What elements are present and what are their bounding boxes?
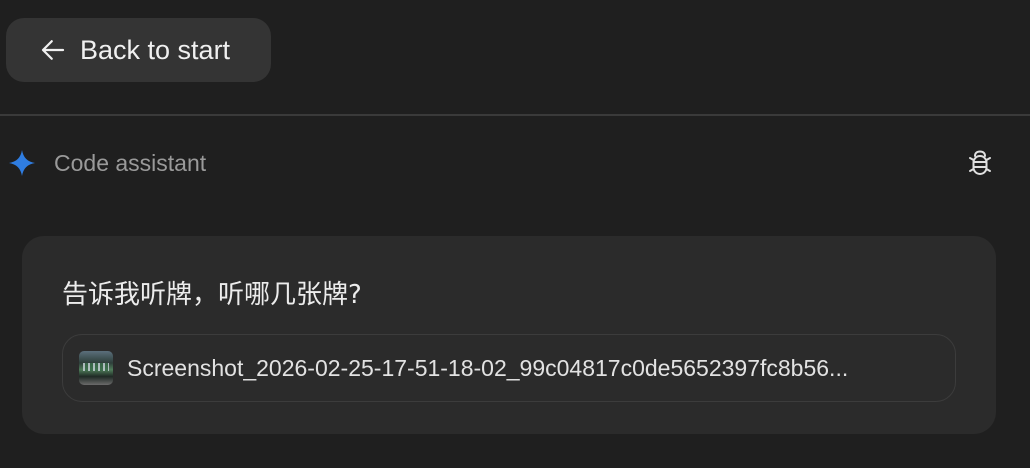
- sparkle-icon: [9, 150, 35, 176]
- user-message-card: 告诉我听牌，听哪几张牌? Screenshot_2026-02-25-17-51…: [22, 236, 996, 434]
- image-thumbnail: [79, 351, 113, 385]
- attachment-file-name: Screenshot_2026-02-25-17-51-18-02_99c048…: [127, 354, 849, 381]
- top-bar: Back to start: [0, 0, 1030, 116]
- bug-icon[interactable]: [964, 147, 996, 179]
- back-to-start-button[interactable]: Back to start: [6, 18, 271, 82]
- arrow-left-icon: [41, 40, 65, 60]
- message-text: 告诉我听牌，听哪几张牌?: [62, 280, 362, 310]
- back-to-start-label: Back to start: [80, 34, 231, 65]
- attachment-chip[interactable]: Screenshot_2026-02-25-17-51-18-02_99c048…: [62, 334, 956, 402]
- assistant-header: Code assistant: [0, 116, 1030, 212]
- assistant-title: Code assistant: [54, 150, 207, 176]
